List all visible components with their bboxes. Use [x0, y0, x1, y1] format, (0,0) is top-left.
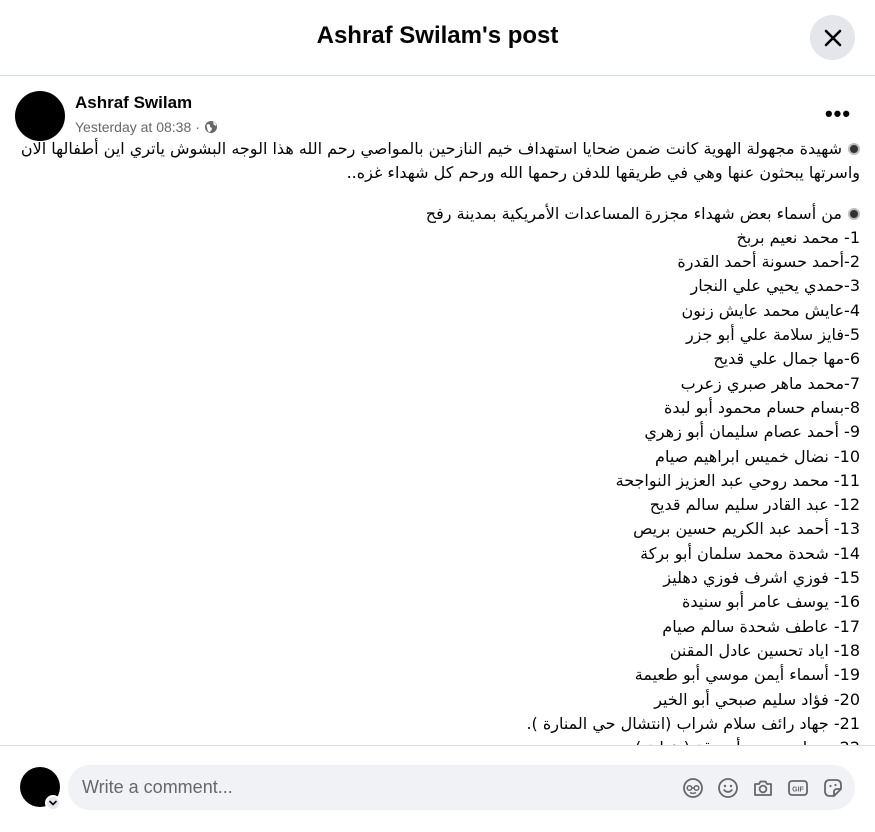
gif-button[interactable]: GIF [785, 775, 810, 800]
sticker-icon [823, 778, 842, 797]
comment-input[interactable]: Write a comment... GIF [68, 765, 855, 810]
list-item: 22- وسام صبحي أبو دقة ( عناية ) [20, 736, 860, 745]
list-item: 13- أحمد عبد الكريم حسين بريص [633, 519, 860, 539]
list-item: 15- فوزي اشرف فوزي دهليز [663, 568, 860, 588]
list-item: 9- أحمد عصام سليمان أبو زهري [644, 422, 860, 442]
list-item: 12- عبد القادر سليم سالم قديح [649, 495, 860, 515]
comment-composer: Write a comment... GIF [0, 745, 875, 832]
list-item: 2-أحمد حسونة أحمد القدرة [677, 252, 860, 272]
chevron-down-icon [49, 800, 57, 806]
list-item: 18- اياد تحسين عادل المقنن [669, 640, 860, 660]
list-item: 16- يوسف عامر أبو سنيدة [682, 592, 860, 612]
list-item: 17- عاطف شحدة سالم صيام [662, 616, 860, 636]
post-options-button[interactable]: ••• [820, 101, 856, 126]
camera-button[interactable] [750, 775, 775, 800]
emoji-button[interactable] [715, 775, 740, 800]
list-item: 3-حمدي يحيي علي النجار [690, 276, 860, 296]
meta-separator: · [195, 119, 200, 135]
list-item: 11- محمد روحي عبد العزيز النواجحة [615, 470, 860, 490]
list-item: 19- أسماء أيمن موسي أبو طعيمة [634, 665, 860, 685]
post-timestamp[interactable]: Yesterday at 08:38 [75, 119, 191, 135]
avatar-sticker-button[interactable] [680, 775, 705, 800]
dialog-header: Ashraf Swilam's post [0, 0, 875, 76]
list-item: 10- نضال خميس ابراهيم صيام [655, 446, 860, 466]
avatar-sticker-icon [682, 777, 703, 798]
list-item: 21- جهاد رائف سلام شراب (انتشال حي المنا… [526, 713, 860, 733]
list-item: 4-عايش محمد عايش زنون [681, 300, 860, 320]
author-avatar[interactable] [15, 91, 65, 141]
paragraph-text: شهيدة مجهولة الهوية كانت ضمن ضحايا استهد… [20, 139, 860, 183]
list-item: 7-محمد ماهر صبري زعرب [680, 373, 860, 393]
gif-label: GIF [792, 786, 804, 793]
globe-icon[interactable] [204, 120, 218, 134]
post-content: Ashraf Swilam Yesterday at 08:38 · ••• ش… [0, 77, 875, 745]
list-item: 14- شحدة محمد سلمان أبو بركة [640, 543, 860, 563]
close-button[interactable] [810, 15, 855, 60]
close-icon [824, 29, 841, 46]
dialog-title: Ashraf Swilam's post [316, 22, 559, 49]
list-item: 8-بسام حسام محمود أبو لبدة [664, 397, 860, 417]
sticker-button[interactable] [820, 775, 845, 800]
list-intro: من أسماء بعض شهداء مجزرة المساعدات الأمر… [20, 202, 860, 226]
bullet-icon [848, 207, 860, 220]
post-body: شهيدة مجهولة الهوية كانت ضمن ضحايا استهد… [20, 137, 860, 745]
emoji-icon [717, 777, 738, 798]
bullet-icon [848, 143, 860, 155]
more-icon: ••• [824, 101, 852, 126]
list-item: 5-فايز سلامة علي أبو جزر [686, 325, 860, 345]
author-name[interactable]: Ashraf Swilam [75, 93, 192, 113]
gif-icon: GIF [787, 779, 808, 796]
camera-icon [753, 780, 772, 796]
composer-actions: GIF [680, 775, 845, 800]
list-item: 6-مها جمال علي قديح [713, 349, 860, 369]
post-paragraph: شهيدة مجهولة الهوية كانت ضمن ضحايا استهد… [20, 137, 860, 186]
post-meta: Yesterday at 08:38 · [75, 119, 218, 135]
comment-placeholder: Write a comment... [82, 777, 233, 797]
account-switch-button[interactable] [45, 795, 61, 811]
list-item: 1- محمد نعيم بربخ [736, 227, 860, 247]
list-item: 20- فؤاد سليم صبحي أبو الخير [654, 689, 860, 709]
list-intro-text: من أسماء بعض شهداء مجزرة المساعدات الأمر… [425, 203, 842, 223]
